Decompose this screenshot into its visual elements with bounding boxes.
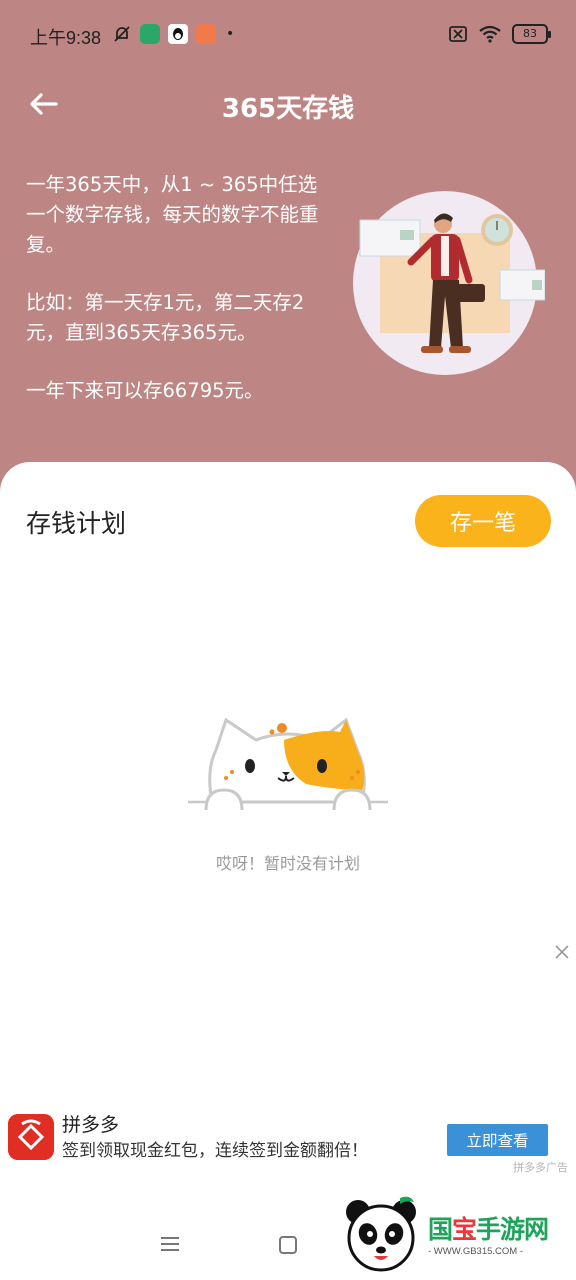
watermark: 国宝手游网 - WWW.GB315.COM - (324, 1186, 576, 1280)
system-icons: 83 (448, 24, 551, 44)
qq-icon (168, 24, 188, 44)
status-bar: 上午9:38 • 83 (0, 0, 576, 70)
panda-logo-icon (346, 1196, 416, 1272)
plan-title: 存钱计划 (26, 509, 127, 538)
intro-paragraph: 比如：第一天存1元，第二天存2元，直到365天存365元。 (26, 291, 305, 344)
ad-close-icon[interactable] (554, 944, 570, 960)
watermark-brand-part: 手游网 (476, 1215, 549, 1244)
nav-recent-apps-icon[interactable] (160, 1236, 180, 1252)
pinduoduo-logo-icon (8, 1114, 54, 1160)
battery-indicator: 83 (512, 24, 551, 44)
ad-description: 签到领取现金红包，连续签到金额翻倍！ (62, 1141, 368, 1161)
page-title: 365天存钱 (221, 94, 355, 124)
cat-empty-state-icon (188, 717, 388, 811)
intro-paragraph: 一年下来可以存66795元。 (26, 379, 264, 402)
save-money-button[interactable]: 存一笔 (415, 495, 551, 547)
mute-bell-icon (114, 26, 130, 42)
empty-state-text: 哎呀！暂时没有计划 (215, 854, 360, 873)
status-time: 上午9:38 (30, 28, 102, 48)
notification-icons: • (112, 24, 234, 44)
app-orange-icon (196, 24, 216, 44)
ad-view-button[interactable]: 立即查看 (447, 1124, 548, 1156)
intro-text: 一年365天中，从1 ~ 365中任选一个数字存钱，每天的数字不能重复。 比如：… (26, 170, 326, 434)
ad-source-label: 拼多多广告 (513, 1161, 568, 1174)
app-shield-icon (140, 24, 160, 44)
ad-title: 拼多多 (62, 1114, 120, 1136)
sim-off-icon (449, 26, 467, 42)
more-notifications-dot: • (226, 26, 235, 42)
intro-paragraph: 一年365天中，从1 ~ 365中任选一个数字存钱，每天的数字不能重复。 (26, 173, 319, 256)
watermark-url: - WWW.GB315.COM - (428, 1246, 523, 1257)
watermark-brand-part: 宝 (452, 1215, 477, 1244)
plan-card: 存钱计划 存一笔 哎呀！暂时没有计划 拼多多 签到领取现金红包，连续签到金额翻倍… (0, 462, 576, 1280)
watermark-brand-part: 国 (428, 1215, 453, 1244)
wifi-icon (479, 25, 501, 43)
watermark-brand: 国宝手游网 (428, 1210, 549, 1246)
businessman-illustration (353, 191, 545, 375)
nav-home-icon[interactable] (279, 1236, 297, 1254)
